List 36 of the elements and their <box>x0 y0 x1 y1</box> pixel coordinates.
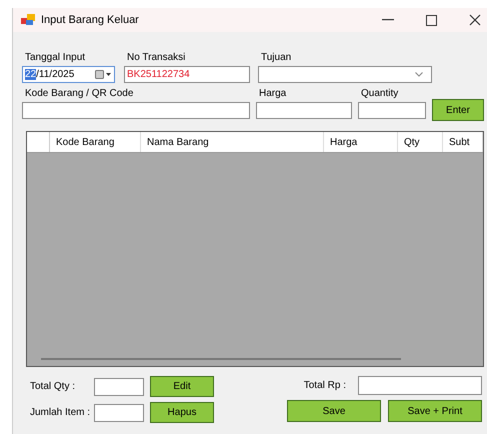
column-header[interactable]: Harga <box>324 132 398 152</box>
field-label: Jumlah Item : <box>30 407 92 418</box>
app-icon <box>21 14 35 26</box>
field-label: Kode Barang / QR Code <box>25 88 134 99</box>
quantity-field[interactable] <box>358 102 426 119</box>
chevron-down-icon <box>415 72 423 77</box>
enter-button[interactable]: Enter <box>432 99 484 121</box>
close-icon[interactable] <box>469 14 481 26</box>
horizontal-scrollbar[interactable] <box>41 358 401 360</box>
column-header[interactable]: Kode Barang <box>50 132 141 152</box>
price-field[interactable] <box>256 102 352 119</box>
transaction-number-field[interactable]: BK251122734 <box>124 66 250 83</box>
field-label: Total Qty : <box>30 381 76 392</box>
column-header[interactable]: Subt <box>443 132 483 152</box>
destination-dropdown[interactable] <box>258 66 432 83</box>
save-button[interactable]: Save <box>287 400 381 422</box>
field-label: Harga <box>259 88 288 99</box>
item-code-field[interactable] <box>22 102 250 119</box>
field-label: Tujuan <box>261 52 292 63</box>
total-qty-field[interactable] <box>94 378 144 396</box>
edit-button[interactable]: Edit <box>150 376 214 397</box>
calendar-dropdown-icon[interactable] <box>95 70 112 79</box>
total-price-field[interactable] <box>358 376 482 395</box>
column-header[interactable]: Qty <box>398 132 443 152</box>
maximize-icon[interactable] <box>426 14 437 26</box>
field-label: Quantity <box>361 88 400 99</box>
save-print-button[interactable]: Save + Print <box>388 400 482 422</box>
window-title: Input Barang Keluar <box>41 14 139 26</box>
item-count-field[interactable] <box>94 404 144 422</box>
field-label: Tanggal Input <box>25 52 86 63</box>
date-picker[interactable]: 22/11/2025 <box>22 66 115 83</box>
minimize-icon[interactable] <box>382 19 394 21</box>
field-label: Total Rp : <box>304 380 346 391</box>
column-header[interactable]: Nama Barang <box>141 132 324 152</box>
field-label: No Transaksi <box>127 52 186 63</box>
delete-button[interactable]: Hapus <box>150 402 214 423</box>
